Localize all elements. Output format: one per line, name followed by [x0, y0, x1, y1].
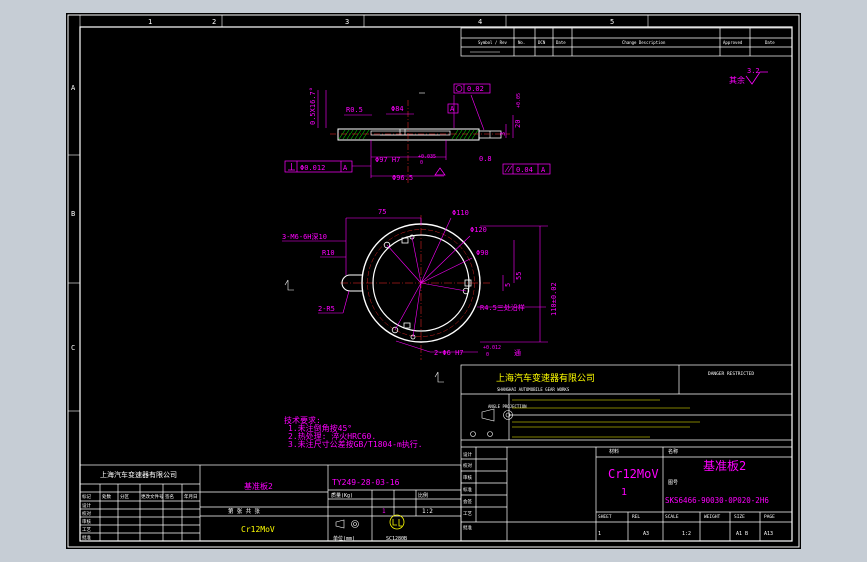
dim-r5: 2-R5: [318, 305, 335, 313]
svg-text:A3: A3: [643, 531, 649, 537]
zone-letter-b: B: [71, 210, 75, 218]
svg-text:WEIGHT: WEIGHT: [704, 514, 721, 520]
dim-r05: R0.5: [346, 106, 363, 114]
svg-text:SCALE: SCALE: [665, 514, 679, 520]
svg-text:1: 1: [598, 531, 601, 537]
roughness-value: 3.2: [747, 67, 760, 75]
role-sign: 会签: [463, 498, 472, 505]
zone-number-5: 5: [610, 18, 614, 26]
dim-d84: Φ84: [391, 105, 404, 113]
drawing-sheet: [66, 13, 801, 549]
dim-height-110: 110±0.02: [550, 282, 558, 316]
cell-name-label: 名称: [668, 448, 678, 455]
rev-header-desc: Change Description: [622, 40, 666, 45]
dim-height-3: 3: [499, 132, 507, 136]
material-value: Cr12MoV: [241, 525, 275, 534]
svg-text:标记: 标记: [82, 493, 91, 500]
svg-text:A1 B: A1 B: [736, 531, 748, 537]
dim-pins: 2-Φ6 H7: [434, 349, 464, 357]
danger-banner: DANGER RESTRICTED: [708, 371, 754, 377]
role-standard: 标准: [463, 486, 472, 493]
weight-label: 质量(Kg): [331, 492, 353, 499]
dim-flat-08: 0.8: [479, 155, 492, 163]
rev-header-date2: Date: [765, 40, 775, 45]
svg-text:更改文件号: 更改文件号: [141, 493, 164, 500]
sheets-text: 第 张 共 张: [228, 507, 260, 515]
std-label: SC1280B: [386, 536, 407, 542]
dim-d96: Φ96.5: [392, 174, 413, 182]
dim-r45: R4.5三处沿样: [480, 303, 525, 312]
dim-pins-lower: 0: [486, 352, 489, 358]
zone-number-4: 4: [478, 18, 482, 26]
svg-text:年月日: 年月日: [184, 493, 198, 500]
scale-value: 1:2: [422, 508, 433, 515]
dim-thread: 3-M6-6H深10: [282, 232, 327, 241]
drawing-number: TY249-28-03-16: [332, 478, 400, 487]
dim-d110: Φ110: [452, 209, 469, 217]
gb-roles: 设计 校对 审核 工艺 批准: [82, 502, 91, 541]
rev-header-approved: Approved: [723, 40, 743, 45]
role-check: 校对: [463, 462, 472, 469]
drawing-canvas: 1 2 3 4 5 A B C Symbol / Rev No. DCN Dat…: [66, 13, 801, 549]
cell-material-label: 材料: [609, 448, 619, 455]
svg-text:工艺: 工艺: [82, 527, 91, 533]
svg-text:设计: 设计: [82, 502, 91, 509]
dim-pins-suffix: 通: [514, 348, 521, 357]
material-sub: 1: [621, 487, 627, 498]
zone-number-2: 2: [212, 18, 216, 26]
dim-height-20: 20: [514, 120, 522, 128]
role-process: 工艺: [463, 511, 472, 517]
role-approve: 批准: [463, 524, 472, 531]
position-value: Φ0.012: [300, 164, 325, 172]
drawing-no-label: 图号: [668, 480, 678, 486]
gb-company-name: 上海汽车变速器有限公司: [100, 470, 177, 479]
drawing-no-handwritten: SKS6466-90030-0P020-2H6: [665, 496, 769, 505]
dim-d120: Φ120: [470, 226, 487, 234]
role-design: 设计: [463, 451, 472, 458]
name-handwritten: 基准板2: [703, 459, 746, 473]
unit-label: 单位(mm): [333, 535, 355, 542]
dim-height-20-tol: +0.05: [516, 93, 522, 108]
rev-header-date: Date: [556, 40, 566, 45]
material-handwritten: Cr12MoV: [608, 467, 659, 481]
dim-pins-upper: +0.012: [483, 345, 501, 351]
dim-75: 75: [378, 208, 386, 216]
roughness-note-text: 其余: [729, 75, 745, 85]
rev-header-no: No.: [518, 40, 525, 45]
quantity-value: 1: [382, 508, 386, 515]
svg-text:分区: 分区: [120, 493, 129, 500]
dim-d97-lower: 0: [420, 160, 423, 166]
dim-depth-55: 55: [515, 272, 523, 280]
zone-letter-c: C: [71, 344, 75, 352]
scale-label: 比例: [418, 492, 428, 499]
dim-d97: Φ97 H7: [375, 156, 400, 164]
dim-d90: Φ90: [476, 249, 489, 257]
svg-text:校对: 校对: [82, 510, 91, 517]
rev-header-symbol: Symbol / Rev: [478, 40, 507, 45]
svg-text:批准: 批准: [82, 534, 91, 541]
svg-text:A13: A13: [764, 531, 773, 537]
svg-text:SIZE: SIZE: [734, 514, 745, 520]
dim-width-5: 5: [504, 283, 512, 287]
revision-headers: Symbol / Rev No. DCN Date Change Descrip…: [478, 40, 775, 45]
svg-text:REL: REL: [632, 514, 640, 520]
svg-text:1:2: 1:2: [682, 531, 691, 537]
parallel-value: 0.04: [516, 166, 533, 174]
svg-text:SHEET: SHEET: [598, 514, 612, 520]
svg-text:签名: 签名: [165, 493, 174, 500]
tech-note-line: 3.未注尺寸公差按GB/T1804-m执行.: [288, 439, 423, 449]
dim-r10: R10: [322, 249, 335, 257]
svg-text:审核: 审核: [82, 518, 91, 525]
zone-number-1: 1: [148, 18, 152, 26]
rev-header-dcn: DCN: [538, 40, 546, 45]
zone-number-3: 3: [345, 18, 349, 26]
company-name-en: SHANGHAI AUTOMOBILE GEAR WORKS: [497, 387, 570, 392]
svg-text:PAGE: PAGE: [764, 514, 775, 520]
dim-chamfer: 0.5X16.7°: [309, 87, 317, 125]
circularity-value: 0.02: [467, 85, 484, 93]
part-name: 基准板2: [244, 481, 273, 491]
svg-text:处数: 处数: [102, 493, 111, 500]
company-name: 上海汽车变速器有限公司: [496, 372, 595, 384]
role-review: 审核: [463, 474, 472, 481]
